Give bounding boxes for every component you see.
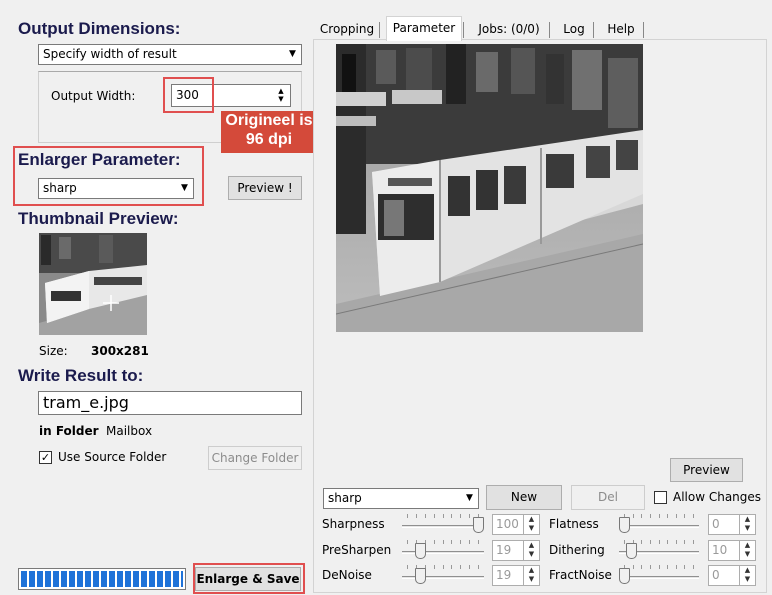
folder-name: Mailbox	[106, 424, 153, 438]
spinner-value: 19	[496, 543, 512, 557]
tab-divider	[379, 22, 380, 38]
filename-input[interactable]: tram_e.jpg	[38, 391, 302, 415]
slider-ticks	[402, 565, 484, 570]
parameter-preset-select[interactable]: sharp ▼	[323, 488, 479, 509]
tab-divider	[643, 22, 644, 38]
slider-label-sharpness: Sharpness	[322, 517, 385, 531]
thumbnail-image[interactable]	[39, 233, 147, 335]
checkbox-icon[interactable]	[654, 491, 667, 504]
slider-thumb[interactable]	[473, 517, 484, 533]
tab-jobs[interactable]: Jobs: (0/0)	[470, 18, 548, 40]
tab-cropping[interactable]: Cropping	[316, 18, 378, 40]
new-preset-button[interactable]: New	[486, 485, 562, 510]
delete-preset-button: Del	[571, 485, 645, 510]
slider-thumb[interactable]	[619, 517, 630, 533]
spinner-arrows-icon: ▲ ▼	[523, 515, 539, 534]
spinner-arrows-icon: ▲ ▼	[523, 566, 539, 585]
progress-fill	[21, 571, 183, 587]
spinner-value: 100	[496, 517, 519, 531]
enlarge-save-highlight	[193, 563, 305, 594]
slider-ticks	[402, 514, 484, 519]
dimension-mode-select[interactable]: Specify width of result ▼	[38, 44, 302, 65]
tab-parameter[interactable]: Parameter	[386, 16, 462, 41]
preview-image	[336, 44, 643, 332]
tab-help[interactable]: Help	[600, 18, 642, 40]
slider-thumb[interactable]	[415, 568, 427, 584]
progress-bar	[18, 568, 186, 590]
slider-track	[402, 551, 484, 554]
chevron-down-icon: ▼	[462, 490, 477, 507]
slider-presharpen[interactable]	[402, 540, 484, 560]
spinner-arrows-icon: ▲ ▼	[523, 541, 539, 560]
parameter-preset-value: sharp	[328, 491, 362, 505]
spinner-arrows-icon: ▲ ▼	[739, 541, 755, 560]
spinner-arrows-icon: ▲ ▼	[739, 566, 755, 585]
preview-now-button[interactable]: Preview !	[228, 176, 302, 200]
slider-track	[402, 525, 484, 528]
tab-divider	[593, 22, 594, 38]
slider-thumb[interactable]	[625, 543, 637, 559]
slider-track	[402, 576, 484, 579]
slider-label-dithering: Dithering	[549, 543, 605, 557]
spinner-value: 0	[712, 568, 720, 582]
spinner-denoise: 19 ▲ ▼	[492, 565, 540, 586]
use-source-folder-label[interactable]: Use Source Folder	[58, 450, 166, 464]
output-dimensions-heading: Output Dimensions:	[18, 19, 181, 38]
slider-dithering[interactable]	[619, 540, 699, 560]
slider-track	[619, 525, 699, 528]
tab-divider	[549, 22, 550, 38]
spinner-arrows-icon: ▲ ▼	[739, 515, 755, 534]
slider-label-denoise: DeNoise	[322, 568, 372, 582]
preview-button[interactable]: Preview	[670, 458, 743, 482]
dpi-annotation: Origineel is 96 dpi	[221, 111, 317, 153]
slider-ticks	[619, 565, 699, 570]
change-folder-button: Change Folder	[208, 446, 302, 470]
size-label: Size:	[39, 344, 68, 358]
slider-thumb[interactable]	[619, 568, 630, 584]
dpi-annotation-text: Origineel is 96 dpi	[225, 112, 313, 148]
spinner-flatness: 0 ▲ ▼	[708, 514, 756, 535]
output-width-highlight	[163, 77, 214, 113]
slider-ticks	[402, 540, 484, 545]
chevron-down-icon: ▼	[285, 46, 300, 63]
dimension-mode-value: Specify width of result	[43, 47, 177, 61]
checkbox-icon[interactable]: ✓	[39, 451, 52, 464]
write-result-heading: Write Result to:	[18, 366, 144, 385]
thumbnail-preview-heading: Thumbnail Preview:	[18, 209, 179, 228]
slider-label-fractnoise: FractNoise	[549, 568, 612, 582]
spinner-fractnoise: 0 ▲ ▼	[708, 565, 756, 586]
slider-fractnoise[interactable]	[619, 565, 699, 585]
filename-value: tram_e.jpg	[43, 393, 129, 412]
in-folder-label: in Folder	[39, 424, 99, 438]
spinner-dithering: 10 ▲ ▼	[708, 540, 756, 561]
enlarger-parameter-highlight	[13, 146, 204, 206]
slider-ticks	[619, 514, 699, 519]
slider-track	[619, 576, 699, 579]
allow-changes-label[interactable]: Allow Changes	[673, 490, 761, 504]
spinner-arrows-icon[interactable]: ▲ ▼	[274, 87, 288, 104]
output-width-label: Output Width:	[51, 89, 136, 103]
slider-flatness[interactable]	[619, 514, 699, 534]
slider-sharpness[interactable]	[402, 514, 484, 534]
spinner-sharpness: 100 ▲ ▼	[492, 514, 540, 535]
slider-label-flatness: Flatness	[549, 517, 599, 531]
tab-divider	[463, 22, 464, 38]
tab-log[interactable]: Log	[556, 18, 592, 40]
slider-denoise[interactable]	[402, 565, 484, 585]
spinner-value: 0	[712, 517, 720, 531]
spinner-value: 19	[496, 568, 512, 582]
spinner-presharpen: 19 ▲ ▼	[492, 540, 540, 561]
slider-label-presharpen: PreSharpen	[322, 543, 392, 557]
size-value: 300x281	[91, 344, 149, 358]
spinner-value: 10	[712, 543, 728, 557]
slider-thumb[interactable]	[415, 543, 427, 559]
